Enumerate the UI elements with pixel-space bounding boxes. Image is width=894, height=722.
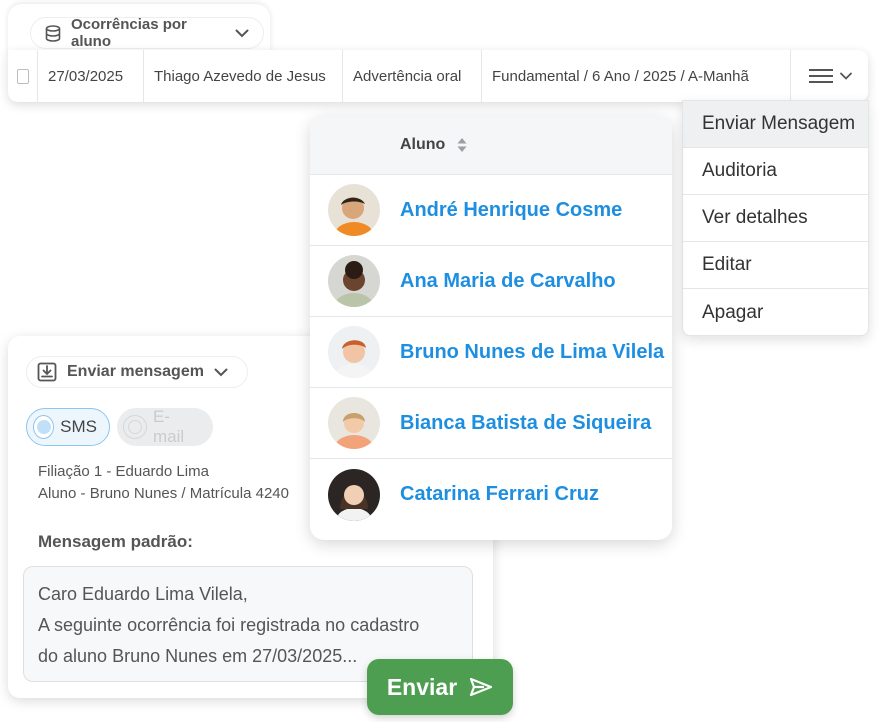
channel-email-radio[interactable]: E-mail [117,407,213,446]
database-icon [45,24,61,42]
student-name-link[interactable]: Bianca Batista de Siqueira [400,412,651,435]
radio-unselected-icon [123,415,147,439]
occurrence-student: Thiago Azevedo de Jesus [144,50,343,102]
send-icon [470,677,493,697]
table-row: Bruno Nunes de Lima Vilela [310,317,672,388]
row-actions-menu: Enviar Mensagem Auditoria Ver detalhes E… [682,100,869,336]
menu-item-edit[interactable]: Editar [683,242,868,289]
menu-item-delete[interactable]: Apagar [683,289,868,335]
avatar [328,468,380,521]
menu-item-view-details[interactable]: Ver detalhes [683,195,868,242]
message-line: A seguinte ocorrência foi registrada no … [38,615,420,635]
table-row: Catarina Ferrari Cruz [310,459,672,530]
avatar [328,397,380,449]
row-checkbox[interactable] [16,68,29,84]
table-row: André Henrique Cosme [310,175,672,246]
menu-item-send-message[interactable]: Enviar Mensagem [683,101,868,148]
send-message-title: Enviar mensagem [67,363,204,380]
chevron-down-icon [214,368,228,376]
occurrences-selector-label: Ocorrências por aluno [71,16,187,50]
radio-selected-icon [33,415,55,439]
students-table: Aluno André Henrique Cosme Ana Maria de … [310,116,672,540]
table-row: Ana Maria de Carvalho [310,246,672,317]
menu-item-audit[interactable]: Auditoria [683,148,868,195]
occurrences-selector[interactable]: Ocorrências por aluno [30,16,264,50]
message-line: Caro Eduardo Lima Vilela, [38,584,248,604]
student-name-link[interactable]: Bruno Nunes de Lima Vilela [400,341,664,364]
student-name-link[interactable]: Catarina Ferrari Cruz [400,483,599,506]
table-row: Bianca Batista de Siqueira [310,388,672,459]
sort-icon[interactable] [457,137,467,153]
student-name-link[interactable]: André Henrique Cosme [400,199,622,222]
occurrence-date: 27/03/2025 [38,50,144,102]
channel-sms-label: SMS [60,417,97,436]
avatar [328,184,380,236]
send-message-selector[interactable]: Enviar mensagem [26,356,248,388]
send-button[interactable]: Enviar [367,659,513,715]
chevron-down-icon [235,29,249,37]
occurrence-row: 27/03/2025 Thiago Azevedo de Jesus Adver… [8,50,868,102]
row-actions-button[interactable] [791,50,868,102]
download-box-icon [37,362,57,382]
students-table-header[interactable]: Aluno [310,116,672,175]
occurrence-class: Fundamental / 6 Ano / 2025 / A-Manhã [482,50,791,102]
default-message-label: Mensagem padrão: [38,532,193,551]
student-info: Aluno - Bruno Nunes / Matrícula 4240 [38,485,289,502]
filiation-info: Filiação 1 - Eduardo Lima [38,463,209,480]
channel-email-label: E-mail [152,407,185,446]
occurrences-tab: Ocorrências por aluno [8,4,270,56]
row-checkbox-cell [8,50,38,102]
chevron-down-icon [839,72,852,80]
avatar [328,326,380,378]
student-column-header: Aluno [400,136,446,153]
channel-sms-radio[interactable]: SMS [26,408,110,446]
hamburger-icon [808,69,833,83]
avatar [328,255,380,307]
student-name-link[interactable]: Ana Maria de Carvalho [400,270,616,293]
send-button-label: Enviar [386,673,458,700]
occurrence-type: Advertência oral [343,50,482,102]
